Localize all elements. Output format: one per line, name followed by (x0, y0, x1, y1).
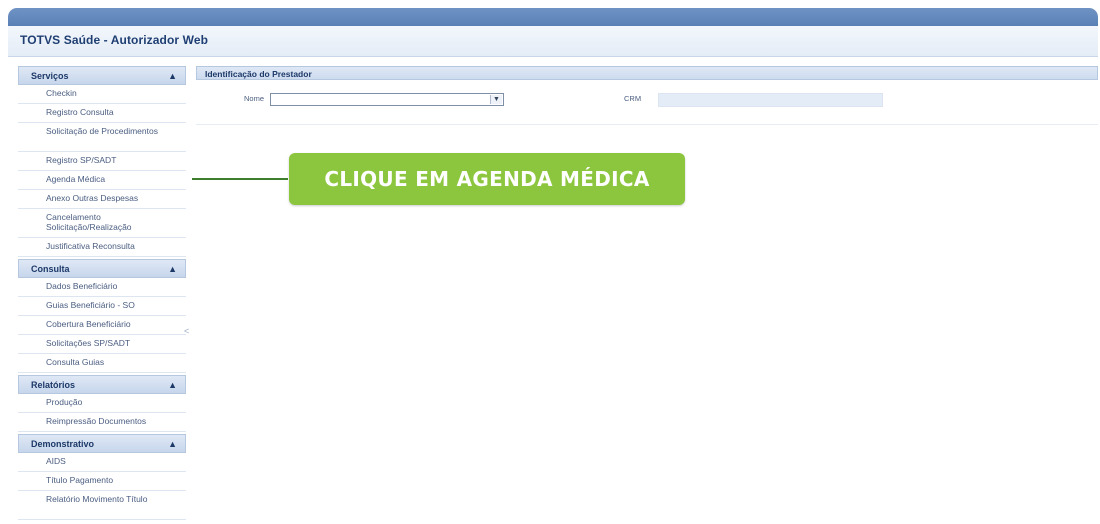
sidebar-item-solicitacao-procedimentos[interactable]: Solicitação de Procedimentos (18, 123, 186, 152)
chevron-up-icon[interactable]: ▲ (168, 380, 177, 390)
prestador-form: Nome ▼ CRM (196, 82, 1098, 125)
sidebar: Serviços ▲ Checkin Registro Consulta Sol… (18, 64, 186, 524)
chevron-up-icon[interactable]: ▲ (168, 439, 177, 449)
sidebar-item-aids[interactable]: AIDS (18, 453, 186, 472)
sidebar-item-cancelamento[interactable]: Cancelamento Solicitação/Realização (18, 209, 186, 238)
sidebar-item-agenda-medica[interactable]: Agenda Médica (18, 171, 186, 190)
sidebar-section-title: Relatórios (31, 379, 76, 390)
sidebar-item-solicitacoes-sp-sadt[interactable]: Solicitações SP/SADT (18, 335, 186, 354)
sidebar-section-consulta[interactable]: Consulta ▲ (18, 259, 186, 278)
crm-label: CRM (624, 94, 642, 103)
sidebar-section-relatorios[interactable]: Relatórios ▲ (18, 375, 186, 394)
sidebar-item-producao[interactable]: Produção (18, 394, 186, 413)
window-top-bar (8, 8, 1098, 26)
sidebar-section-servicos[interactable]: Serviços ▲ (18, 66, 186, 85)
sidebar-item-reimpressao-documentos[interactable]: Reimpressão Documentos (18, 413, 186, 432)
sidebar-section-title: Serviços (31, 70, 69, 81)
app-header: TOTVS Saúde - Autorizador Web (8, 26, 1098, 57)
sidebar-section-title: Consulta (31, 263, 70, 274)
sidebar-item-dados-beneficiario[interactable]: Dados Beneficiário (18, 278, 186, 297)
chevron-up-icon[interactable]: ▲ (168, 264, 177, 274)
sidebar-item-relatorio-movimento-titulo[interactable]: Relatório Movimento Título (18, 491, 186, 520)
sidebar-item-anexo-outras-despesas[interactable]: Anexo Outras Despesas (18, 190, 186, 209)
sidebar-section-demonstrativo[interactable]: Demonstrativo ▲ (18, 434, 186, 453)
sidebar-item-registro-consulta[interactable]: Registro Consulta (18, 104, 186, 123)
sidebar-section-title: Demonstrativo (31, 438, 95, 449)
callout-pointer-line (192, 178, 288, 180)
chevron-up-icon[interactable]: ▲ (168, 71, 177, 81)
sidebar-item-consulta-guias[interactable]: Consulta Guias (18, 354, 186, 373)
sidebar-item-guias-beneficiario[interactable]: Guias Beneficiário - SO (18, 297, 186, 316)
sidebar-collapse-icon[interactable]: < (184, 326, 189, 336)
app-title: TOTVS Saúde - Autorizador Web (20, 33, 209, 47)
instruction-callout: CLIQUE EM AGENDA MÉDICA (289, 153, 685, 205)
nome-label: Nome (244, 94, 265, 103)
sidebar-item-registro-sp-sadt[interactable]: Registro SP/SADT (18, 152, 186, 171)
nome-select[interactable]: ▼ (270, 93, 504, 106)
chevron-down-icon[interactable]: ▼ (490, 95, 502, 104)
sidebar-item-titulo-pagamento[interactable]: Título Pagamento (18, 472, 186, 491)
instruction-callout-text: CLIQUE EM AGENDA MÉDICA (324, 167, 650, 191)
sidebar-item-cobertura-beneficiario[interactable]: Cobertura Beneficiário (18, 316, 186, 335)
crm-field[interactable] (658, 93, 883, 107)
sidebar-item-justificativa-reconsulta[interactable]: Justificativa Reconsulta (18, 238, 186, 257)
sidebar-item-checkin[interactable]: Checkin (18, 85, 186, 104)
section-title: Identificação do Prestador (196, 66, 1098, 80)
